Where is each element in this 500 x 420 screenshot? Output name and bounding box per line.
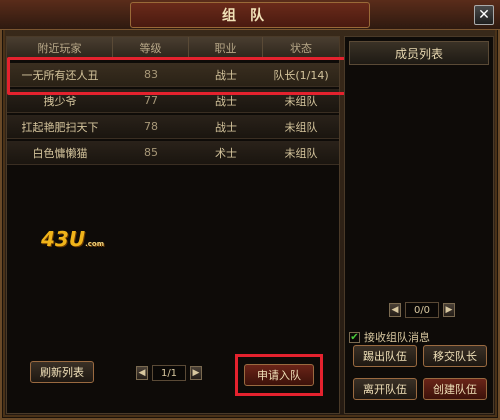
- table-header: 附近玩家 等级 职业 状态: [7, 37, 339, 59]
- kick-member-button[interactable]: 踢出队伍: [353, 345, 417, 367]
- table-row[interactable]: 白色慵懒猫 85 术士 未组队: [7, 141, 339, 165]
- player-name: 扛起艳肥扫天下: [21, 120, 99, 134]
- player-job: 术士: [215, 146, 237, 160]
- members-pager: ◀ 0/0 ▶: [389, 302, 455, 318]
- player-status: 未组队: [284, 94, 318, 108]
- apply-join-button[interactable]: 申请入队: [244, 364, 314, 386]
- members-page-indicator: 0/0: [405, 302, 439, 318]
- site-watermark-logo: 43U.com: [41, 227, 111, 257]
- player-status: 未组队: [284, 120, 318, 134]
- titlebar: 组队 ✕: [0, 0, 500, 30]
- player-name: 白色慵懒猫: [32, 146, 88, 160]
- accept-invites-option: ✔ 接收组队消息: [349, 329, 430, 345]
- player-level: 78: [144, 120, 158, 133]
- close-icon[interactable]: ✕: [474, 5, 494, 25]
- header-level[interactable]: 等级: [113, 37, 189, 58]
- page-indicator: 1/1: [152, 365, 186, 381]
- player-name: 拽少爷: [43, 94, 77, 108]
- table-row[interactable]: 一无所有还人丑 83 战士 队长(1/14): [7, 63, 339, 87]
- nearby-players-panel: 附近玩家 等级 职业 状态 一无所有还人丑 83 战士 队长(1/14) 拽少爷…: [6, 36, 352, 414]
- table-row[interactable]: 拽少爷 77 战士 未组队: [7, 89, 339, 113]
- header-name[interactable]: 附近玩家: [7, 37, 113, 58]
- player-level: 77: [144, 94, 158, 107]
- watermark-main: 43U: [41, 227, 86, 251]
- header-job[interactable]: 职业: [189, 37, 263, 58]
- transfer-leader-button[interactable]: 移交队长: [423, 345, 487, 367]
- accept-invites-checkbox[interactable]: ✔: [349, 331, 360, 343]
- player-name: 一无所有还人丑: [21, 68, 99, 82]
- player-list: 一无所有还人丑 83 战士 队长(1/14) 拽少爷 77 战士 未组队 扛起艳…: [7, 63, 339, 167]
- header-status[interactable]: 状态: [263, 37, 339, 58]
- player-level: 85: [144, 146, 158, 159]
- player-status: 未组队: [284, 146, 318, 160]
- player-job: 战士: [215, 94, 237, 108]
- accept-invites-label: 接收组队消息: [364, 331, 430, 344]
- prev-page-icon[interactable]: ◀: [136, 366, 148, 380]
- player-job: 战士: [215, 68, 237, 82]
- leave-team-button[interactable]: 离开队伍: [353, 378, 417, 400]
- player-status: 队长(1/14): [273, 68, 329, 82]
- create-team-button[interactable]: 创建队伍: [423, 378, 487, 400]
- player-level: 83: [144, 68, 158, 81]
- next-page-icon[interactable]: ▶: [190, 366, 202, 380]
- watermark-sub: .com: [85, 240, 104, 248]
- prev-page-icon[interactable]: ◀: [389, 303, 401, 317]
- window-title: 组队: [130, 2, 370, 28]
- player-job: 战士: [215, 120, 237, 134]
- table-row[interactable]: 扛起艳肥扫天下 78 战士 未组队: [7, 115, 339, 139]
- members-title: 成员列表: [349, 41, 489, 65]
- next-page-icon[interactable]: ▶: [443, 303, 455, 317]
- player-pager: ◀ 1/1 ▶: [136, 365, 202, 381]
- refresh-list-button[interactable]: 刷新列表: [30, 361, 94, 383]
